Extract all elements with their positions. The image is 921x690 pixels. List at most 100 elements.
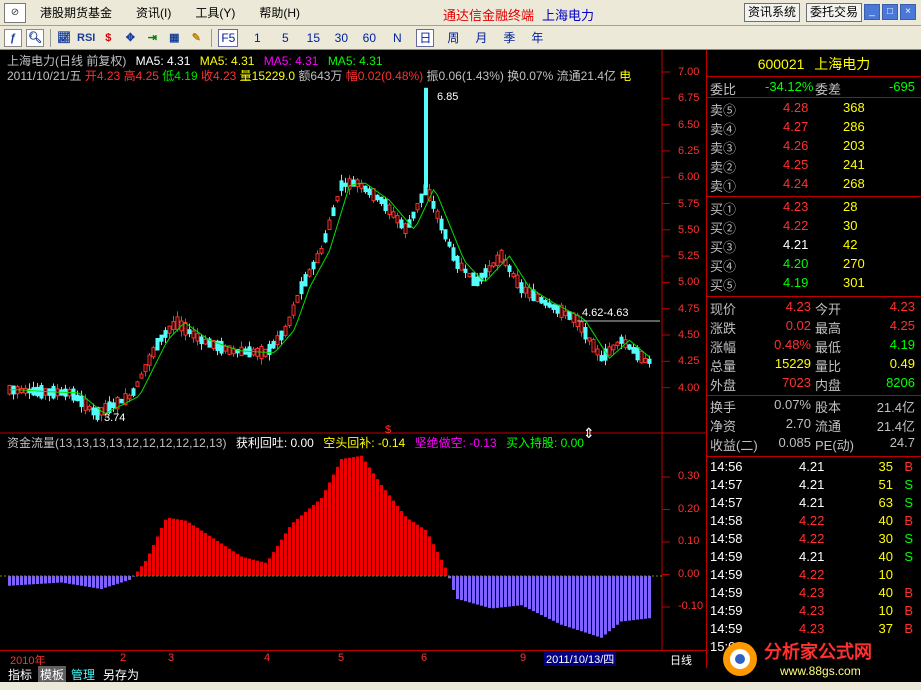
period-15min[interactable]: 15 [304, 29, 322, 47]
period-quarter[interactable]: 季 [500, 29, 518, 47]
flow-bar [72, 576, 75, 585]
bar-low: 低4.19 [162, 69, 198, 83]
tick-row[interactable]: 14:56 4.21 35 B [707, 459, 921, 477]
candle [311, 261, 316, 270]
sell-row[interactable]: 卖② 4.25 241 [707, 157, 921, 175]
tab-save-as[interactable]: 另存为 [101, 666, 141, 683]
export-icon[interactable]: ⇥ [143, 29, 161, 47]
candle [403, 223, 408, 234]
app-logo-icon[interactable]: ⊘ [4, 2, 26, 23]
rsi-icon[interactable]: RSI [77, 29, 95, 47]
kline-chart[interactable]: 6.85 3.74 4.62-4.63 $ ⇕ [0, 50, 706, 668]
resize-cursor-icon[interactable]: ⇕ [583, 426, 595, 442]
flow-bar [332, 474, 335, 576]
tick-time: 14:57 [710, 477, 743, 492]
flow-bar [504, 576, 507, 607]
buy-row[interactable]: 买④ 4.20 270 [707, 256, 921, 274]
menu-item-hk-futures[interactable]: 港股期货基金 [40, 4, 112, 21]
tick-row[interactable]: 14:58 4.22 30 S [707, 531, 921, 549]
period-day[interactable]: 日 [416, 28, 435, 47]
tab-manage[interactable]: 管理 [69, 666, 97, 683]
menu-item-news[interactable]: 资讯(I) [136, 4, 171, 21]
indicator-tick-label: -0.10 [678, 600, 704, 612]
candle [523, 286, 528, 294]
tab-indicator[interactable]: 指标 [6, 666, 34, 683]
tick-row[interactable]: 14:59 4.21 40 S [707, 549, 921, 567]
close-icon[interactable]: × [900, 4, 916, 20]
candle [371, 188, 376, 202]
flow-bar [544, 576, 547, 617]
tick-row[interactable]: 14:59 4.23 10 B [707, 603, 921, 621]
period-month[interactable]: 月 [472, 29, 490, 47]
tick-row[interactable]: 14:57 4.21 63 S [707, 495, 921, 513]
flow-bar [176, 519, 179, 576]
news-system-button[interactable]: 资讯系统 [744, 3, 801, 22]
maximize-icon[interactable]: □ [882, 4, 898, 20]
period-week[interactable]: 周 [444, 29, 462, 47]
candle [219, 340, 224, 354]
flow-bar [436, 551, 439, 576]
buy-row[interactable]: 买② 4.22 30 [707, 218, 921, 236]
flow-bar [408, 519, 411, 576]
zoom-icon[interactable]: 🔍︎ [26, 28, 44, 47]
buy-row[interactable]: 买① 4.23 28 [707, 199, 921, 217]
tick-volume: 35 [878, 459, 893, 474]
sell-row[interactable]: 卖④ 4.27 286 [707, 119, 921, 137]
tick-time: 14:56 [710, 459, 743, 474]
bar-close: 收4.23 [200, 69, 237, 83]
buy-row[interactable]: 买⑤ 4.19 301 [707, 275, 921, 293]
flow-bar [364, 461, 367, 576]
chart-icon[interactable]: 📈︎ [55, 29, 73, 47]
period-n[interactable]: N [388, 29, 406, 47]
flow-bar [520, 576, 523, 606]
candle [91, 407, 96, 416]
candle [295, 294, 300, 303]
trade-button[interactable]: 委托交易 [806, 3, 863, 22]
buy-row[interactable]: 买③ 4.21 42 [707, 237, 921, 255]
period-f5[interactable]: F5 [218, 28, 239, 47]
formula-icon[interactable]: ƒ [4, 28, 22, 47]
price-tick-label: 6.50 [678, 118, 700, 131]
flow-bar [356, 456, 359, 576]
flow-bar [152, 544, 155, 576]
low-annotation: 3.74 [104, 412, 125, 424]
candle [615, 341, 620, 346]
pencil-icon[interactable]: ✎ [187, 29, 205, 47]
candle [151, 347, 156, 358]
flow-bar [352, 457, 355, 576]
flow-bar [12, 576, 15, 586]
candle [195, 333, 200, 342]
flow-bar [428, 536, 431, 576]
period-year[interactable]: 年 [528, 29, 546, 47]
menu-item-tools[interactable]: 工具(Y) [195, 4, 235, 21]
flow-bar [92, 576, 95, 588]
flow-bar [640, 576, 643, 620]
period-60min[interactable]: 60 [360, 29, 378, 47]
tick-row[interactable]: 14:59 4.23 40 B [707, 585, 921, 603]
sell-row[interactable]: 卖① 4.24 268 [707, 176, 921, 194]
tick-row[interactable]: 14:57 4.21 51 S [707, 477, 921, 495]
candle [415, 203, 420, 211]
dollar-icon[interactable]: $ [99, 29, 117, 47]
sell-price: 4.27 [783, 119, 809, 134]
tick-price: 4.22 [799, 513, 825, 528]
candle [511, 272, 516, 278]
sell-row[interactable]: 卖③ 4.26 203 [707, 138, 921, 156]
move-icon[interactable]: ✥ [121, 29, 139, 47]
grid-icon[interactable]: ▦ [165, 29, 183, 47]
flow-bar [388, 495, 391, 576]
period-30min[interactable]: 30 [332, 29, 350, 47]
flow-bar [228, 548, 231, 576]
sell-row[interactable]: 卖⑤ 4.28 368 [707, 100, 921, 118]
chart-area[interactable]: 6.85 3.74 4.62-4.63 $ ⇕ 上海电力(日线 前复权) MA5… [0, 50, 706, 668]
menu-item-help[interactable]: 帮助(H) [259, 4, 300, 21]
period-5min[interactable]: 5 [276, 29, 294, 47]
tick-row[interactable]: 14:58 4.22 40 B [707, 513, 921, 531]
flow-bar [384, 490, 387, 576]
stat-row: 净资 2.70 流通 21.4亿 [707, 416, 921, 434]
period-1min[interactable]: 1 [248, 29, 266, 47]
flow-bar [512, 576, 515, 607]
tick-row[interactable]: 14:59 4.22 10 [707, 567, 921, 585]
minimize-icon[interactable]: _ [864, 4, 880, 20]
tab-template[interactable]: 模板 [38, 666, 67, 683]
